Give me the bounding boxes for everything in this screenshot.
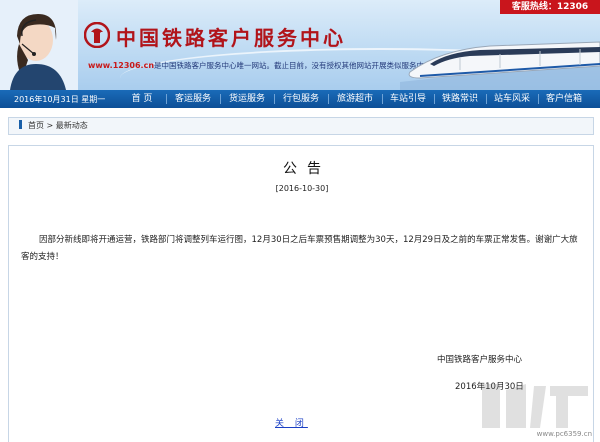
header-notice-url[interactable]: www.12306.cn (88, 61, 154, 70)
nav-item-home[interactable]: 首 页 (118, 90, 166, 108)
hotline-badge: 客服热线：12306 (500, 0, 600, 14)
nav-item-parcel-service[interactable]: 行包服务 (274, 90, 328, 108)
railway-logo-icon (84, 22, 110, 48)
breadcrumb-marker (19, 120, 22, 129)
nav-item-station-train-gallery[interactable]: 站车风采 (486, 90, 538, 108)
breadcrumb-current: 最新动态 (55, 121, 88, 130)
nav-date: 2016年10月31日 星期一 (14, 94, 106, 104)
nav-item-customer-mailbox[interactable]: 客户信箱 (538, 90, 590, 108)
watermark-text: www.pc6359.cn (536, 430, 592, 438)
customer-service-operator-image (0, 0, 78, 90)
article-body: 因部分新线即将开通运营，铁路部门将调整列车运行图，12月30日之后车票预售期调整… (21, 235, 578, 262)
nav-item-travel-market[interactable]: 旅游超市 (328, 90, 382, 108)
article-date: [2016-10-30] (275, 184, 329, 193)
close-link[interactable]: 关 闭 (275, 416, 308, 429)
high-speed-train-image (400, 41, 600, 90)
site-header: 中国铁路客户服务中心 www.12306.cn是中国铁路客户服务中心唯一网站。截… (0, 0, 600, 90)
breadcrumb: 首页 > 最新动态 (8, 117, 594, 135)
watermark-logo-icon (482, 384, 588, 428)
article-signature: 中国铁路客户服务中心 (437, 355, 523, 365)
site-title: 中国铁路客户服务中心 (116, 26, 346, 50)
nav-item-railway-knowledge[interactable]: 铁路常识 (434, 90, 486, 108)
article-title: 公告 (283, 161, 331, 177)
nav-item-passenger-service[interactable]: 客运服务 (166, 90, 220, 108)
breadcrumb-separator: > (46, 121, 54, 130)
nav-item-station-guide[interactable]: 车站引导 (382, 90, 434, 108)
breadcrumb-home-link[interactable]: 首页 (28, 121, 44, 130)
nav-item-freight-service[interactable]: 货运服务 (220, 90, 274, 108)
main-nav: 2016年10月31日 星期一 首 页 客运服务 货运服务 行包服务 旅游超市 … (0, 90, 600, 108)
